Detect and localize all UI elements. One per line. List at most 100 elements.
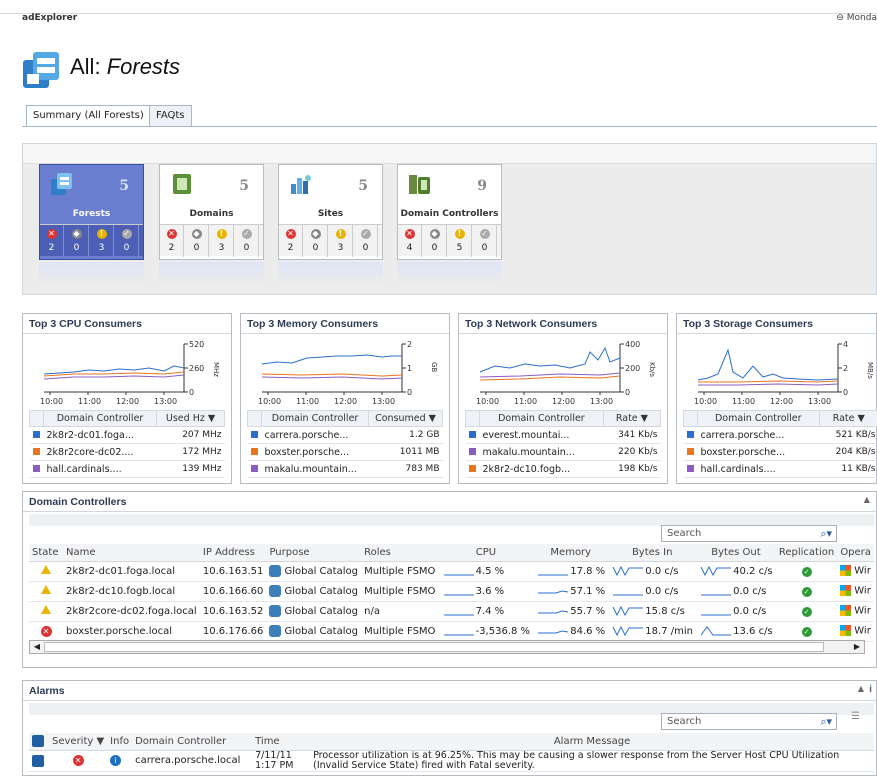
y-tick-label: 260 — [189, 364, 204, 373]
consumer-row[interactable]: carrera.porsche... 1.2 GB — [247, 426, 443, 444]
col-roles[interactable]: Roles — [361, 544, 439, 562]
col-replication[interactable]: Replication — [775, 544, 838, 562]
dc-name[interactable]: 2k8r2core-dc02.foga.local — [63, 601, 200, 622]
scroll-thumb[interactable] — [44, 642, 824, 652]
consumer-row[interactable]: hall.cardinals.... 139 MHz — [29, 460, 225, 478]
col-cpu[interactable]: CPU — [438, 544, 534, 562]
tile-forests[interactable]: 5 Forests ✕ 2 ◆ 0! 3 ✓ 0 — [39, 164, 144, 260]
tile-sites[interactable]: 5 Sites ✕ 2 ◆ 0! 3 ✓ 0 — [278, 164, 383, 260]
col-value[interactable]: Used Hz ▼ — [156, 410, 225, 427]
tile-critical-count[interactable]: ◆ 0 — [65, 225, 89, 257]
collapse-icon[interactable]: ▲ i — [856, 683, 872, 695]
user-link[interactable]: ⊖ Monda — [836, 13, 877, 23]
consumer-name[interactable]: hall.cardinals.... — [43, 460, 157, 478]
col-bytes-out[interactable]: Bytes Out — [696, 544, 776, 562]
col-state[interactable]: State — [29, 544, 64, 562]
col-domain-controller[interactable]: Domain Controller — [260, 410, 370, 427]
dc-name[interactable]: 2k8r2-dc01.foga.local — [63, 561, 200, 582]
tile-normal-count[interactable]: ✓ 0 — [473, 225, 497, 257]
tile-warning-count[interactable]: ! 3 — [329, 225, 353, 257]
search-icon[interactable]: ⌕▾ — [820, 715, 832, 729]
scroll-right-icon[interactable]: ▶ — [851, 641, 863, 653]
consumer-name[interactable]: 2k8r2-dc01.foga... — [43, 426, 157, 444]
consumer-row[interactable]: everest.mountai... 341 Kb/s — [465, 426, 661, 444]
tile-normal-count[interactable]: ✓ 0 — [235, 225, 259, 257]
consumer-name[interactable]: hall.cardinals.... — [697, 460, 819, 478]
dc-horizontal-scrollbar[interactable]: ◀ ▶ — [29, 640, 865, 654]
filter-icon[interactable]: ☰ — [851, 711, 860, 722]
consumer-name[interactable]: 2k8r2-dc10.fogb... — [479, 460, 604, 478]
tile-domain-controllers[interactable]: 9 Domain Controllers ✕ 4 ◆ 0! 5 ✓ 0 — [397, 164, 502, 260]
col-info[interactable]: Info — [107, 733, 133, 751]
tab-summary[interactable]: Summary (All Forests) — [26, 105, 151, 127]
tile-normal-count[interactable]: ✓ 0 — [354, 225, 378, 257]
dc-row[interactable]: 2k8r2core-dc02.foga.local 10.6.163.52 Gl… — [29, 601, 874, 622]
consumer-row[interactable]: boxster.porsche... 204 KB/s — [683, 443, 877, 461]
col-time[interactable]: Time — [252, 733, 311, 751]
col-alarm-message[interactable]: Alarm Message — [310, 733, 874, 751]
consumer-name[interactable]: everest.mountai... — [479, 426, 604, 444]
consumer-row[interactable]: makalu.mountain... 220 Kb/s — [465, 443, 661, 461]
tile-fatal-count[interactable]: ✕ 4 — [398, 225, 422, 257]
consumer-name[interactable]: carrera.porsche... — [697, 426, 819, 444]
info-icon[interactable]: i — [107, 750, 133, 772]
consumer-name[interactable]: boxster.porsche... — [261, 443, 369, 461]
tile-fatal-count[interactable]: ✕ 2 — [279, 225, 303, 257]
tile-normal-count[interactable]: ✓ 0 — [115, 225, 139, 257]
collapse-icon[interactable]: ▲ — [862, 494, 872, 506]
consumer-name[interactable]: 2k8r2core-dc02.... — [43, 443, 157, 461]
dc-row[interactable]: 2k8r2-dc10.fogb.local 10.6.166.60 Global… — [29, 581, 874, 602]
col-ip-address[interactable]: IP Address — [199, 544, 267, 562]
select-all-icon[interactable] — [29, 733, 49, 751]
dc-bytes-out: 40.2 c/s — [696, 561, 776, 582]
alarm-row[interactable]: ✕ i carrera.porsche.local 7/11/11 1:17 PM… — [29, 750, 874, 772]
alarm-dc[interactable]: carrera.porsche.local — [132, 750, 253, 772]
col-value[interactable]: Rate ▼ — [602, 410, 662, 427]
consumer-panel-1: Top 3 Memory Consumers 2 1 0 GB 10:00 11:00 12… — [240, 313, 450, 484]
tile-warning-count[interactable]: ! 3 — [210, 225, 234, 257]
consumer-row[interactable]: 2k8r2core-dc02.... 172 MHz — [29, 443, 225, 461]
col-bytes-in[interactable]: Bytes In — [608, 544, 697, 562]
tile-warning-count[interactable]: ! 5 — [448, 225, 472, 257]
tile-domains[interactable]: 5 Domains ✕ 2 ◆ 0! 3 ✓ 0 — [159, 164, 264, 260]
col-domain-controller[interactable]: Domain Controller — [697, 410, 820, 427]
tile-fatal-count[interactable]: ✕ 2 — [160, 225, 184, 257]
consumer-row[interactable]: 2k8r2-dc10.fogb... 198 Kb/s — [465, 460, 661, 478]
dc-name[interactable]: 2k8r2-dc10.fogb.local — [63, 581, 200, 602]
col-value[interactable]: Rate ▼ — [818, 410, 877, 427]
consumer-name[interactable]: makalu.mountain... — [479, 443, 604, 461]
consumer-name[interactable]: makalu.mountain... — [261, 460, 369, 478]
col-opera[interactable]: Opera — [837, 544, 874, 562]
col-memory[interactable]: Memory — [533, 544, 609, 562]
scroll-left-icon[interactable]: ◀ — [31, 641, 43, 653]
col-severity[interactable]: Severity ▼ — [49, 733, 108, 751]
row-select-icon[interactable] — [29, 750, 49, 772]
col-domain-controller[interactable]: Domain Controller — [42, 410, 158, 427]
tile-critical-count[interactable]: ◆ 0 — [185, 225, 209, 257]
tile-critical-count[interactable]: ◆ 0 — [423, 225, 447, 257]
col-domain-controller[interactable]: Domain Controller — [132, 733, 253, 751]
dc-row[interactable]: ✕ boxster.porsche.local 10.6.176.66 Glob… — [29, 621, 874, 642]
dc-purpose: Global Catalog — [266, 561, 362, 582]
consumer-row[interactable]: 2k8r2-dc01.foga... 207 MHz — [29, 426, 225, 444]
consumer-row[interactable]: boxster.porsche... 1011 MB — [247, 443, 443, 461]
dc-name[interactable]: boxster.porsche.local — [63, 621, 200, 642]
tile-fatal-count[interactable]: ✕ 2 — [40, 225, 64, 257]
consumer-row[interactable]: hall.cardinals.... 11 KB/s — [683, 460, 877, 478]
consumer-name[interactable]: boxster.porsche... — [697, 443, 819, 461]
consumer-row[interactable]: makalu.mountain... 783 MB — [247, 460, 443, 478]
dc-row[interactable]: 2k8r2-dc01.foga.local 10.6.163.51 Global… — [29, 561, 874, 582]
fatal-icon: ✕ — [166, 229, 177, 239]
tile-warning-count[interactable]: ! 3 — [90, 225, 114, 257]
col-value[interactable]: Consumed ▼ — [368, 410, 443, 427]
dc-search-input[interactable]: Search ⌕▾ — [661, 525, 837, 542]
tab-faqts[interactable]: FAQts — [149, 105, 192, 126]
col-name[interactable]: Name — [63, 544, 200, 562]
tile-critical-count[interactable]: ◆ 0 — [304, 225, 328, 257]
col-domain-controller[interactable]: Domain Controller — [479, 410, 604, 427]
search-icon[interactable]: ⌕▾ — [820, 527, 832, 541]
consumer-name[interactable]: carrera.porsche... — [261, 426, 369, 444]
col-purpose[interactable]: Purpose — [266, 544, 362, 562]
alarms-search-input[interactable]: Search ⌕▾ — [661, 713, 837, 730]
consumer-row[interactable]: carrera.porsche... 521 KB/s — [683, 426, 877, 444]
